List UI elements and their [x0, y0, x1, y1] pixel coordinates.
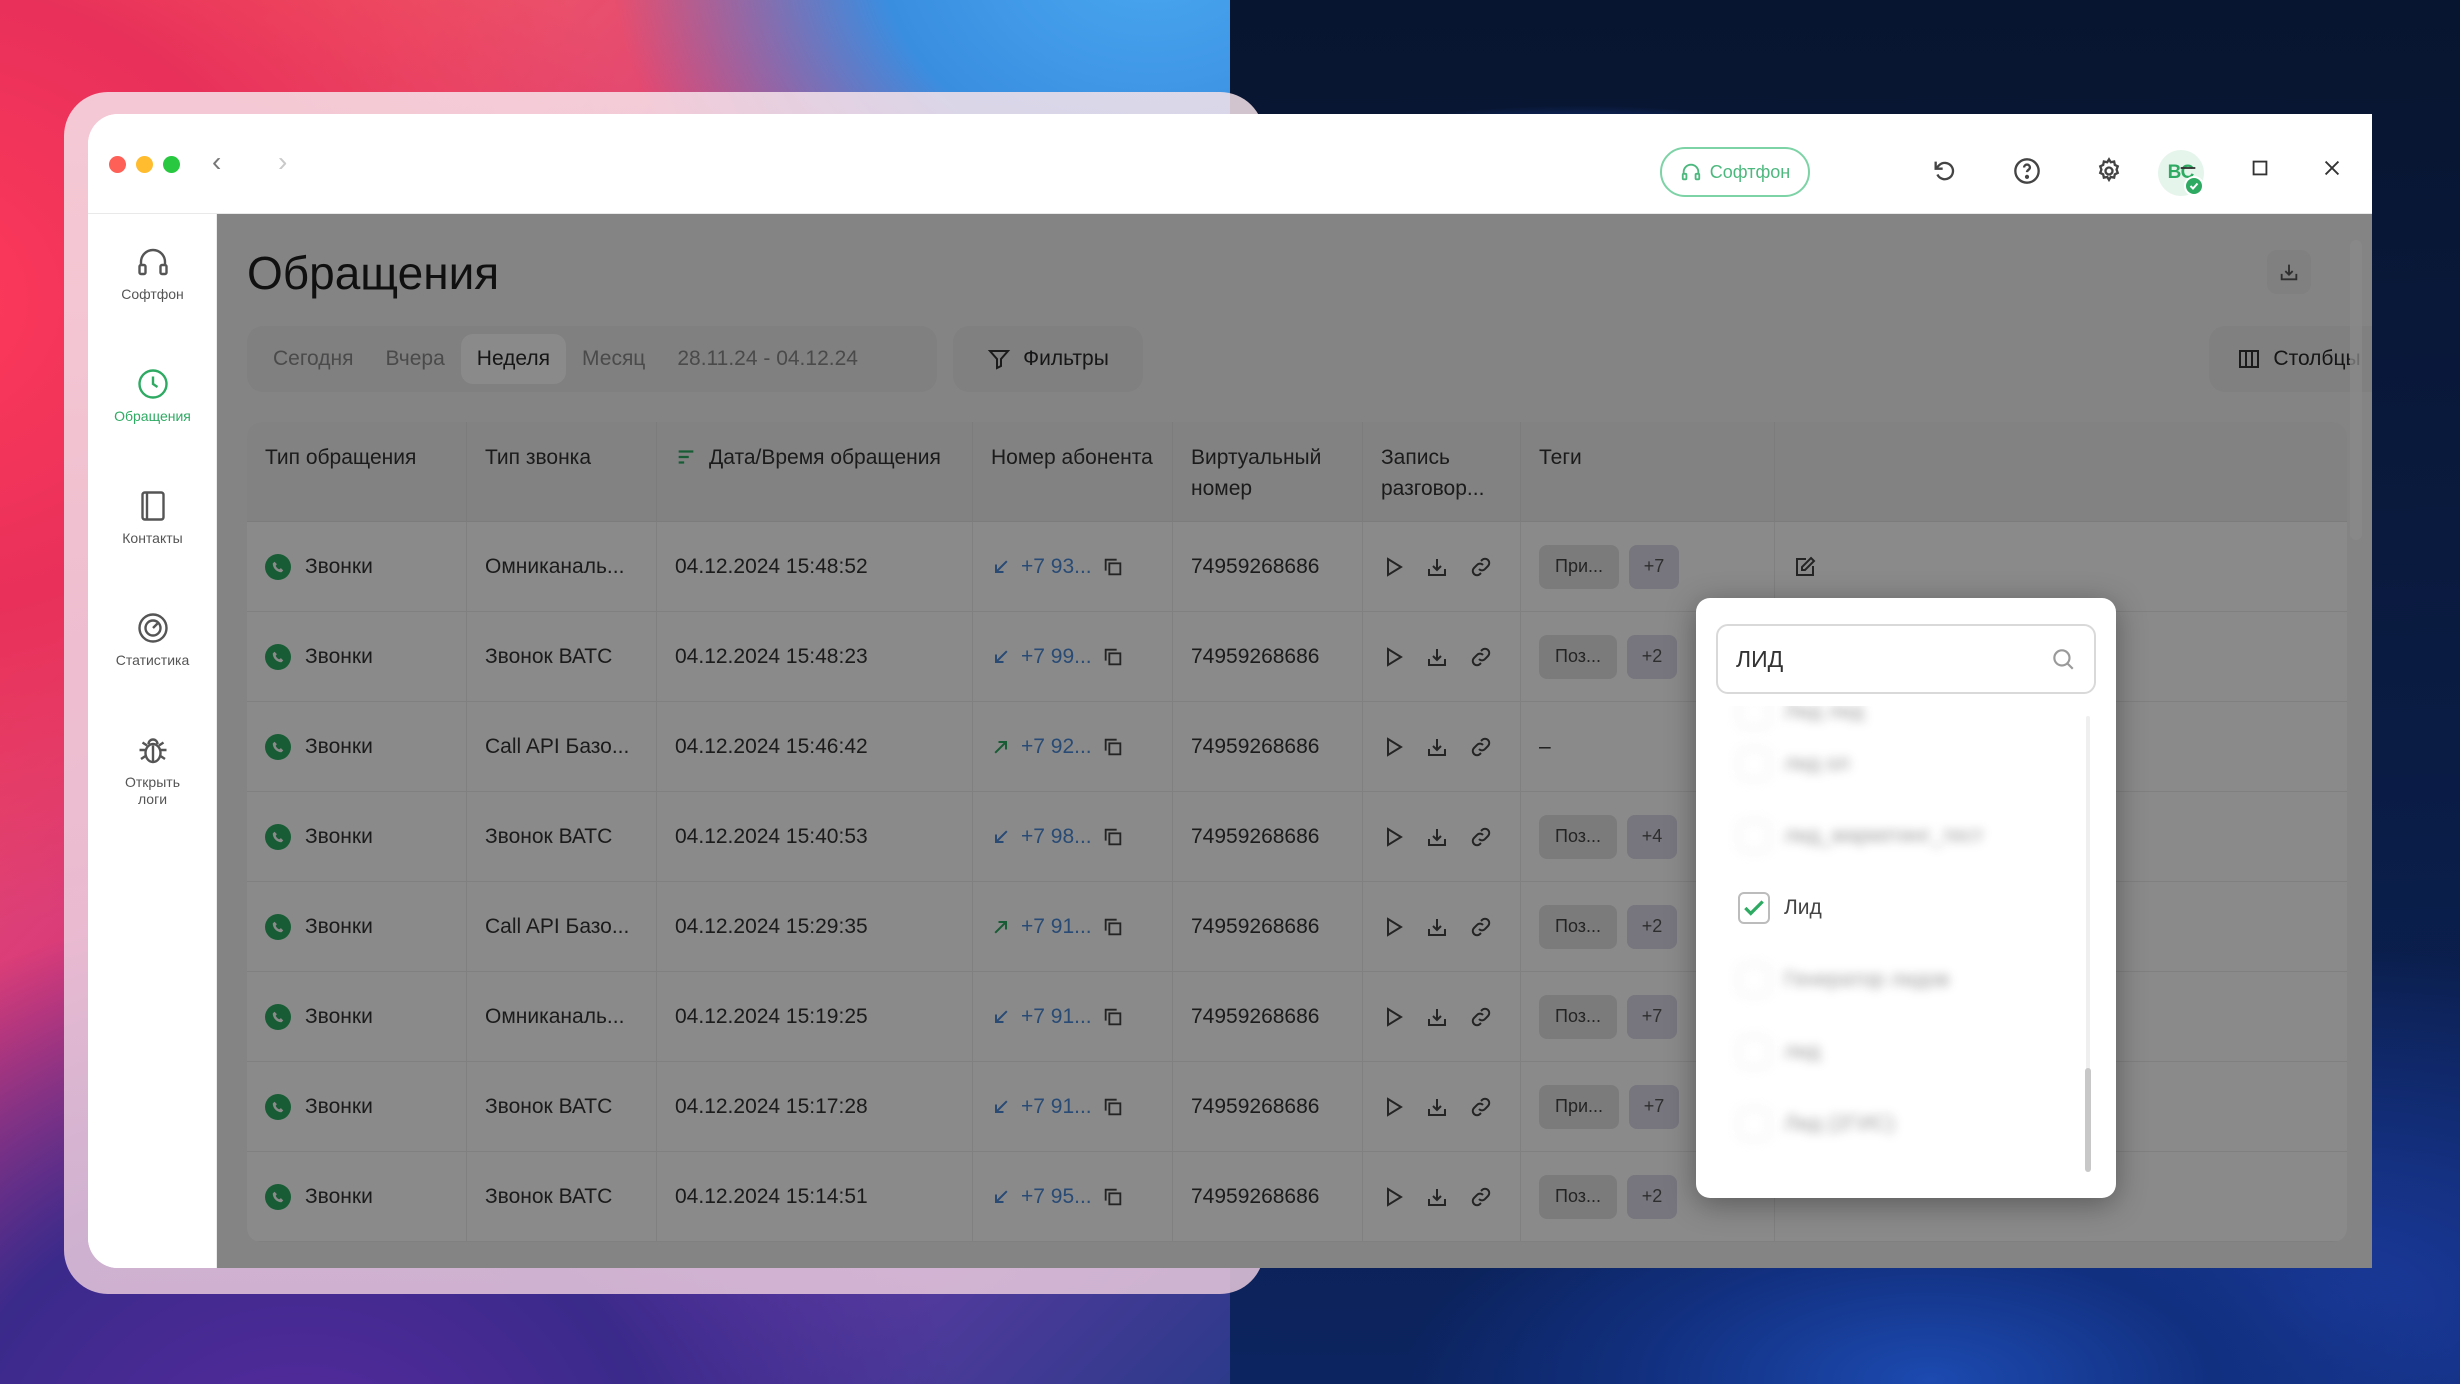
tag-search-input[interactable]: [1736, 645, 2050, 673]
checkbox[interactable]: [1738, 706, 1770, 728]
checkbox[interactable]: [1738, 892, 1770, 924]
close-window-icon[interactable]: [2312, 148, 2352, 188]
tag-option[interactable]: Лид: [1738, 888, 1822, 928]
bug-icon: [139, 738, 166, 764]
sidebar-item-label: Контакты: [122, 530, 183, 546]
sidebar-item-label: Обращения: [114, 408, 191, 424]
tag-option[interactable]: Генератор лидов: [1738, 960, 1949, 1000]
help-icon[interactable]: [2010, 154, 2044, 188]
softphone-button-label: Софтфон: [1709, 161, 1791, 182]
sidebar-item-requests[interactable]: Обращения: [88, 366, 217, 425]
app-window: ‹ › Софтфон ВС Софтфон Обращения Контакт…: [88, 114, 2372, 1268]
title-bar: ‹ › Софтфон ВС: [88, 114, 2372, 214]
checkbox[interactable]: [1738, 964, 1770, 996]
search-icon: [2053, 649, 2074, 670]
checkmark-icon: [1744, 900, 1764, 916]
zoom-window-dot[interactable]: [163, 156, 180, 173]
tag-option[interactable]: Лид (2ГИС): [1738, 1104, 1895, 1144]
tag-option[interactable]: Лид лид: [1738, 706, 1864, 732]
refresh-icon[interactable]: [1928, 154, 1962, 188]
nav-forward-icon[interactable]: ›: [278, 148, 287, 176]
clock-icon: [137, 369, 168, 399]
sidebar-item-statistics[interactable]: Статистика: [88, 610, 217, 669]
softphone-button[interactable]: Софтфон: [1660, 147, 1810, 197]
tag-options-list: Лид лид лид ол лид_маркетинг_тест Лид Генера…: [1716, 706, 2086, 1176]
headset-icon: [137, 248, 168, 276]
tag-search-field[interactable]: [1716, 624, 2096, 694]
checkbox[interactable]: [1738, 820, 1770, 852]
sidebar-item-label: Статистика: [115, 652, 190, 668]
headset-icon: [1681, 163, 1700, 181]
contacts-book-icon: [140, 491, 165, 521]
tag-filter-popup: Лид лид лид ол лид_маркетинг_тест Лид Генера…: [1696, 598, 2116, 1198]
tag-option[interactable]: лид_маркетинг_тест: [1738, 816, 1984, 856]
minimize-window-icon[interactable]: [2168, 148, 2208, 188]
tag-option-label: Лид (2ГИС): [1784, 1112, 1895, 1135]
checkbox[interactable]: [1738, 1108, 1770, 1140]
gear-icon[interactable]: [2092, 154, 2126, 188]
page-scrollbar[interactable]: [2350, 240, 2362, 540]
tag-option[interactable]: лид ол: [1738, 744, 1850, 784]
tag-option-label: Генератор лидов: [1784, 968, 1950, 991]
tag-option-label: лид: [1784, 1040, 1821, 1063]
tag-option-label: Лид: [1784, 896, 1822, 919]
nav-back-icon[interactable]: ‹: [212, 148, 221, 176]
tag-option[interactable]: лид: [1738, 1032, 1820, 1072]
tag-list-scrollbar[interactable]: [2085, 1068, 2091, 1172]
sidebar-item-label: Софтфон: [121, 286, 184, 302]
close-window-dot[interactable]: [109, 156, 126, 173]
sidebar-item-open-logs[interactable]: Открыть логи: [88, 732, 217, 808]
sidebar: Софтфон Обращения Контакты Статистика От…: [88, 214, 217, 1268]
checkbox[interactable]: [1738, 1036, 1770, 1068]
minimize-window-dot[interactable]: [136, 156, 153, 173]
tag-option-label: лид_маркетинг_тест: [1784, 824, 1984, 847]
gauge-icon: [137, 613, 168, 643]
tag-option-label: Лид лид: [1784, 706, 1864, 723]
checkbox[interactable]: [1738, 748, 1770, 780]
maximize-window-icon[interactable]: [2240, 148, 2280, 188]
sidebar-item-softphone[interactable]: Софтфон: [88, 244, 217, 303]
sidebar-item-contacts[interactable]: Контакты: [88, 488, 217, 547]
tag-option-label: лид ол: [1784, 752, 1850, 775]
sidebar-item-label: Открыть логи: [125, 774, 180, 807]
